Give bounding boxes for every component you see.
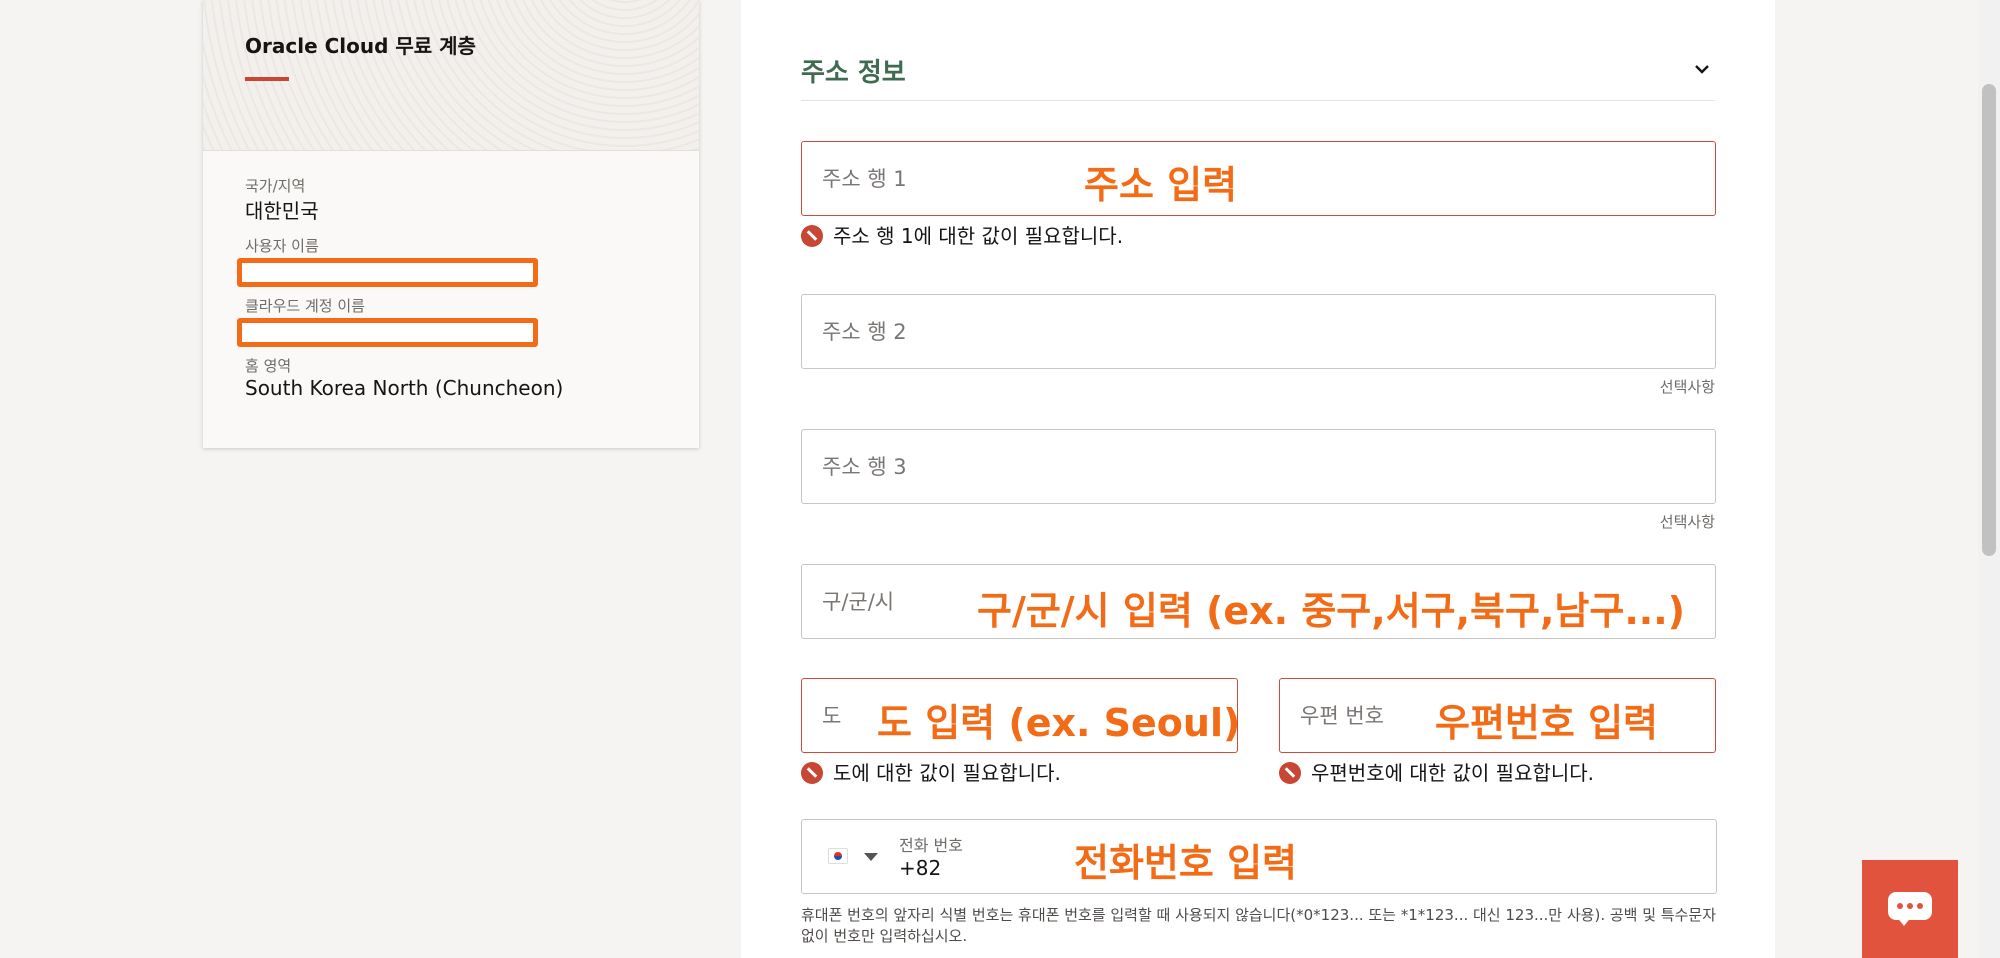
phone-annotation: 전화번호 입력: [1074, 841, 1297, 885]
chat-icon: [1888, 892, 1932, 926]
cloud-account-label: 클라우드 계정 이름: [245, 297, 365, 315]
address-line-1-input[interactable]: [802, 142, 1715, 215]
page-scrollbar[interactable]: [1978, 0, 2000, 958]
address-line-1-field[interactable]: [801, 141, 1716, 216]
address-line-2-hint: 선택사항: [1659, 378, 1715, 396]
address-line-3-input[interactable]: [802, 430, 1715, 503]
account-summary-card: Oracle Cloud 무료 계층 국가/지역 대한민국 사용자 이름 클라우…: [203, 0, 699, 448]
province-error: 도에 대한 값이 필요합니다.: [801, 757, 1061, 786]
postal-code-error: 우편번호에 대한 값이 필요합니다.: [1279, 757, 1594, 786]
address-line-2-field[interactable]: [801, 294, 1716, 369]
chat-button[interactable]: [1862, 860, 1958, 958]
title-underline: [245, 77, 289, 81]
address-form-panel: 주소 정보 주소 입력 주소 행 1에 대한 값이 필요합니다. 선택사항 선택…: [741, 0, 1775, 958]
country-label: 국가/지역: [245, 177, 306, 195]
address-line-1-error-text: 주소 행 1에 대한 값이 필요합니다.: [833, 224, 1124, 248]
korea-flag-icon[interactable]: [828, 848, 848, 864]
phone-label: 전화 번호: [899, 836, 963, 855]
address-line-3-hint: 선택사항: [1659, 513, 1715, 531]
section-title: 주소 정보: [801, 58, 906, 88]
caret-down-icon[interactable]: [864, 853, 878, 861]
scroll-thumb[interactable]: [1982, 84, 1996, 556]
username-label: 사용자 이름: [245, 237, 319, 255]
address-line-2-input[interactable]: [802, 295, 1715, 368]
summary-title: Oracle Cloud 무료 계층: [245, 34, 476, 58]
address-annotation: 주소 입력: [1084, 163, 1238, 207]
city-annotation: 구/군/시 입력 (ex. 중구,서구,북구,남구...): [977, 589, 1685, 633]
address-line-1-error: 주소 행 1에 대한 값이 필요합니다.: [801, 220, 1123, 249]
error-icon: [801, 225, 823, 247]
error-icon: [801, 762, 823, 784]
postal-code-error-text: 우편번호에 대한 값이 필요합니다.: [1311, 761, 1595, 785]
country-value: 대한민국: [245, 199, 319, 223]
cloud-account-redaction: [237, 318, 538, 347]
home-region-value: South Korea North (Chuncheon): [245, 376, 564, 400]
summary-header: Oracle Cloud 무료 계층: [203, 0, 699, 151]
error-icon: [1279, 762, 1301, 784]
province-error-text: 도에 대한 값이 필요합니다.: [833, 761, 1061, 785]
phone-note: 휴대폰 번호의 앞자리 식별 번호는 휴대폰 번호를 입력할 때 사용되지 않습…: [801, 906, 1716, 945]
chevron-down-icon[interactable]: [1689, 56, 1715, 82]
home-region-label: 홈 영역: [245, 357, 292, 375]
province-annotation: 도 입력 (ex. Seoul): [877, 701, 1241, 745]
section-divider: [801, 100, 1715, 101]
address-line-3-field[interactable]: [801, 429, 1716, 504]
postal-annotation: 우편번호 입력: [1435, 701, 1658, 745]
phone-input[interactable]: +82: [899, 856, 941, 880]
username-redaction: [237, 258, 538, 287]
